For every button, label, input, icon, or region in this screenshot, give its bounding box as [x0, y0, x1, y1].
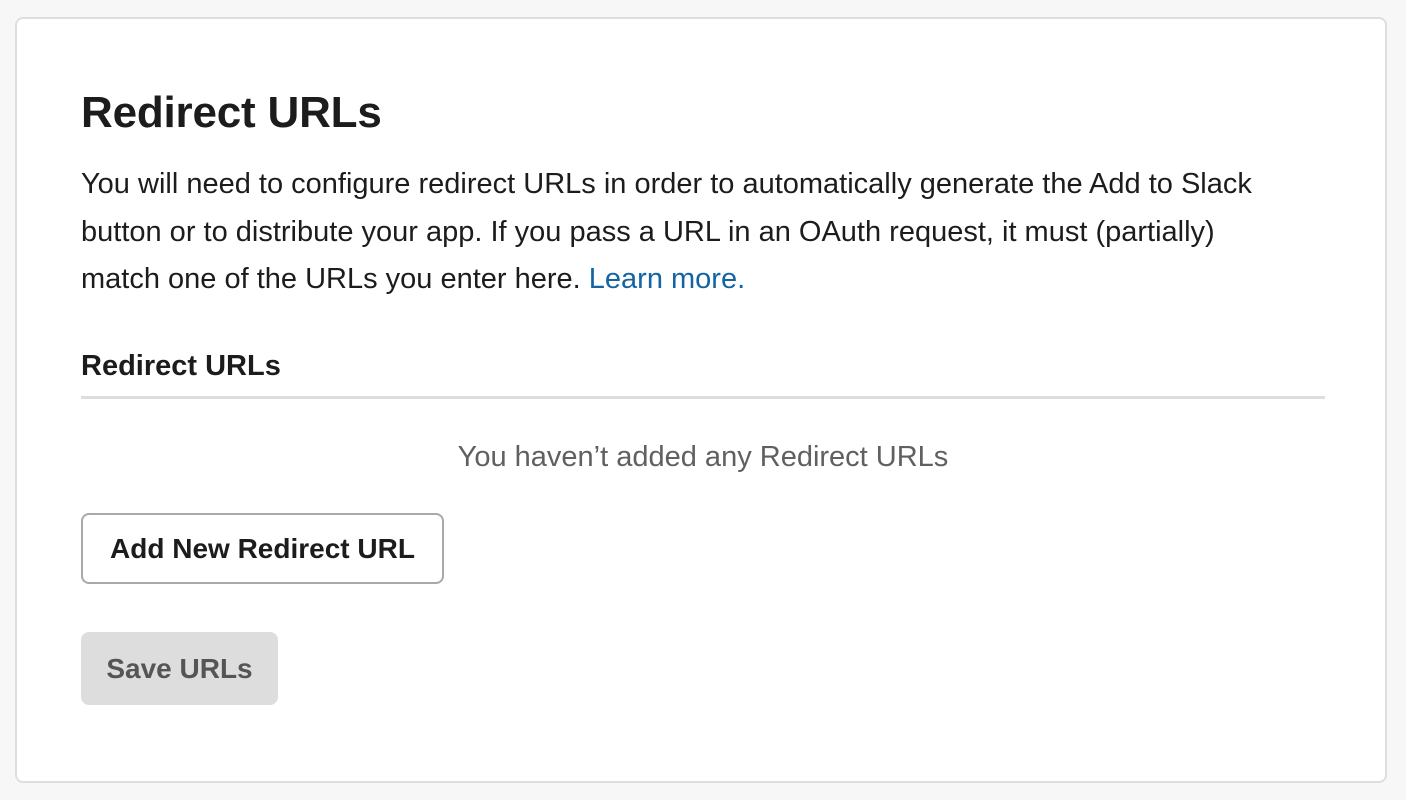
save-urls-button[interactable]: Save URLs — [81, 632, 278, 705]
add-new-redirect-url-button[interactable]: Add New Redirect URL — [81, 513, 444, 584]
section-description: You will need to configure redirect URLs… — [81, 161, 1301, 304]
learn-more-link[interactable]: Learn more. — [589, 263, 745, 295]
redirect-list-heading: Redirect URLs — [81, 350, 281, 382]
divider — [81, 396, 1325, 399]
redirect-urls-card: Redirect URLs You will need to configure… — [15, 17, 1387, 783]
section-title: Redirect URLs — [81, 88, 382, 137]
empty-state-message: You haven’t added any Redirect URLs — [457, 441, 949, 473]
